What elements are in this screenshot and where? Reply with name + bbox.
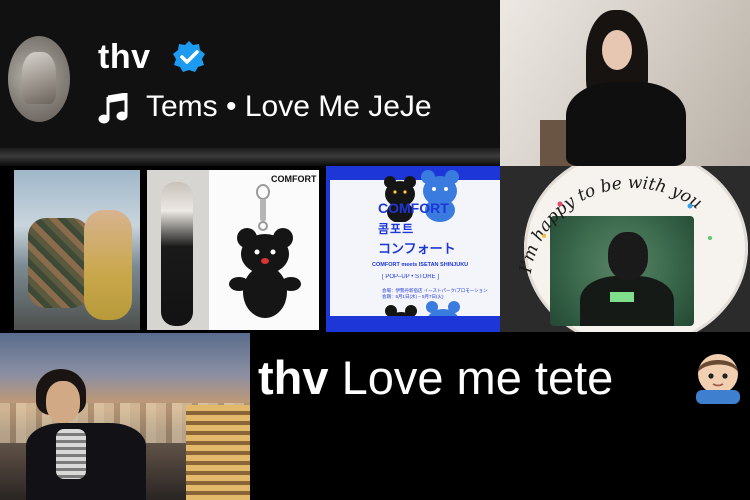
caption-message: Love me tete <box>341 351 614 404</box>
photo-birthday-cake: I'm happy to be with you <box>500 166 750 332</box>
poster-title: COMFORT <box>378 200 449 216</box>
brand-label: COMFORT <box>271 174 317 184</box>
caption-username: thv <box>258 351 329 404</box>
avatar[interactable] <box>8 36 70 122</box>
photo-backpack <box>14 170 140 330</box>
poster-korean-title: 콤포트 <box>378 222 415 236</box>
photo-man-city-sunset <box>0 333 250 500</box>
now-playing-song[interactable]: Tems • Love Me JeJe <box>146 90 432 124</box>
torn-edge-divider <box>0 148 500 166</box>
black-bear-plush-icon <box>229 228 301 318</box>
poster-bottom-bar <box>330 316 504 332</box>
cake-message-text: I'm happy to be with you <box>516 173 706 275</box>
keychain-card: COMFORT <box>209 170 319 330</box>
photo-woman-black-dress <box>500 0 750 166</box>
music-note-icon <box>98 93 128 124</box>
caption-text: thv Love me tete <box>258 350 613 405</box>
cake-message: I'm happy to be with you <box>516 173 712 275</box>
svg-text:I'm happy to be with you: I'm happy to be with you <box>516 173 706 275</box>
profile-panel: thv Tems • Love Me JeJe <box>0 0 500 158</box>
photo-mirror-selfie <box>147 170 209 330</box>
poster-japanese-title: コンフォート <box>378 241 456 256</box>
username[interactable]: thv <box>98 38 151 77</box>
popup-store-poster: COMFORT 콤포트 コンフォート COMFORT meets ISETAN … <box>326 166 504 332</box>
boy-emoji-icon <box>696 354 740 404</box>
verified-badge-icon <box>173 41 205 72</box>
poster-store-label: [ POP–UP • STORE ] <box>382 274 439 280</box>
poster-subtitle: COMFORT meets ISETAN SHINJUKU <box>372 262 469 268</box>
